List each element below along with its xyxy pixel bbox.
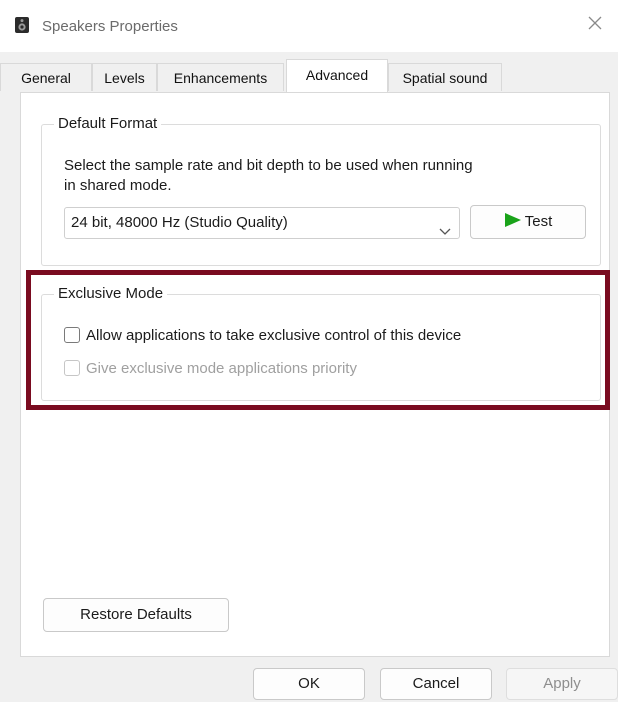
tab-enhancements[interactable]: Enhancements bbox=[157, 63, 284, 91]
ok-button[interactable]: OK bbox=[253, 668, 365, 700]
test-button[interactable]: Test bbox=[470, 205, 586, 239]
tab-strip: General Levels Enhancements Advanced Spa… bbox=[0, 59, 618, 93]
exclusive-mode-group: Exclusive Mode Allow applications to tak… bbox=[41, 285, 601, 401]
title-bar: Speakers Properties bbox=[0, 0, 618, 52]
play-icon bbox=[504, 208, 522, 240]
advanced-tab-panel: Default Format Select the sample rate an… bbox=[20, 92, 610, 657]
window-title: Speakers Properties bbox=[42, 18, 178, 35]
close-button[interactable] bbox=[582, 12, 608, 38]
speaker-icon bbox=[14, 16, 30, 34]
tab-general[interactable]: General bbox=[0, 63, 92, 91]
default-format-group: Default Format Select the sample rate an… bbox=[41, 115, 601, 266]
exclusive-priority-label: Give exclusive mode applications priorit… bbox=[86, 360, 357, 377]
allow-exclusive-control-checkbox-row[interactable]: Allow applications to take exclusive con… bbox=[64, 326, 461, 346]
default-format-description: Select the sample rate and bit depth to … bbox=[64, 156, 584, 196]
allow-exclusive-control-label: Allow applications to take exclusive con… bbox=[86, 327, 462, 344]
tab-advanced[interactable]: Advanced bbox=[286, 59, 388, 92]
sample-rate-dropdown[interactable]: 24 bit, 48000 Hz (Studio Quality) bbox=[64, 207, 460, 239]
sample-rate-value: 24 bit, 48000 Hz (Studio Quality) bbox=[71, 214, 288, 231]
tab-levels[interactable]: Levels bbox=[92, 63, 157, 91]
exclusive-priority-checkbox bbox=[64, 360, 80, 376]
description-line-2: in shared mode. bbox=[64, 177, 172, 194]
speakers-properties-window: Speakers Properties General Levels Enhan… bbox=[0, 0, 618, 702]
close-icon bbox=[588, 16, 602, 35]
tab-spatial-sound[interactable]: Spatial sound bbox=[388, 63, 502, 91]
default-format-legend: Default Format bbox=[54, 115, 162, 132]
apply-button[interactable]: Apply bbox=[506, 668, 618, 700]
exclusive-priority-checkbox-row: Give exclusive mode applications priorit… bbox=[64, 359, 357, 379]
allow-exclusive-control-checkbox[interactable] bbox=[64, 327, 80, 343]
description-line-1: Select the sample rate and bit depth to … bbox=[64, 157, 473, 174]
chevron-down-icon bbox=[439, 218, 451, 235]
exclusive-mode-legend: Exclusive Mode bbox=[54, 285, 168, 302]
test-button-label: Test bbox=[524, 213, 553, 230]
restore-defaults-button[interactable]: Restore Defaults bbox=[43, 598, 229, 632]
cancel-button[interactable]: Cancel bbox=[380, 668, 492, 700]
